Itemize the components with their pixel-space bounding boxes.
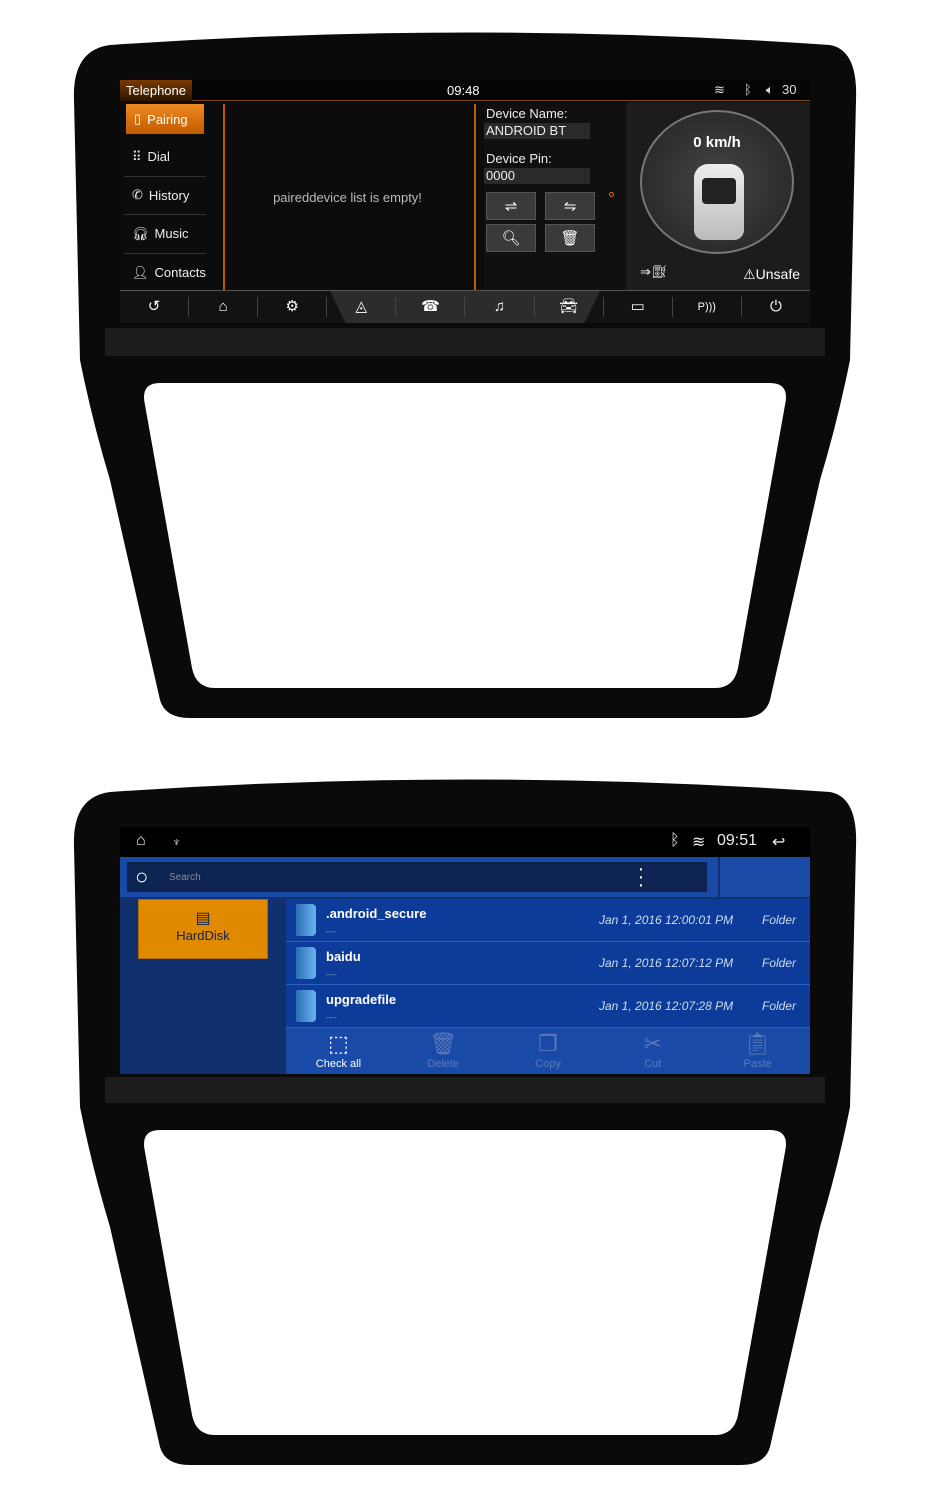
paste-button[interactable]: 📋︎ Paste bbox=[705, 1028, 810, 1074]
delete-device-button[interactable]: 🗑︎ bbox=[545, 224, 595, 252]
divider bbox=[474, 104, 476, 290]
file-row[interactable]: baidu ---- Jan 1, 2016 12:07:12 PM Folder bbox=[286, 942, 810, 985]
clipboard-icon: 📋︎ bbox=[743, 1031, 772, 1056]
phone-icon: ▯ bbox=[134, 111, 142, 126]
car-status-panel: 0 km/h ⇒⛽︎ ⚠︎Unsafe bbox=[626, 102, 810, 290]
folder-icon bbox=[296, 990, 316, 1022]
disconnect-icon: ⇋ bbox=[563, 198, 577, 215]
sidebar-item-contacts[interactable]: 👤︎ Contacts bbox=[124, 254, 206, 293]
device-info-panel: Device Name: ANDROID BT Device Pin: 0000… bbox=[484, 104, 628, 290]
folder-icon bbox=[296, 904, 316, 936]
file-row[interactable]: upgradefile ---- Jan 1, 2016 12:07:28 PM Fo… bbox=[286, 985, 810, 1028]
clock: 09:51 bbox=[717, 832, 758, 849]
connect-icon: ⇌ bbox=[504, 198, 518, 215]
clock: 09:48 bbox=[447, 83, 480, 98]
wifi-icon: ≋ bbox=[692, 834, 706, 851]
file-toolbar: ⬚ Check all 🗑︎ Delete ❐ Copy ✂ Cut 📋︎ Paste bbox=[286, 1028, 810, 1074]
cut-button[interactable]: ✂ Cut bbox=[600, 1028, 705, 1074]
camera-icon[interactable]: ▭ bbox=[604, 297, 673, 317]
wifi-icon: ≋ bbox=[714, 82, 725, 97]
app-title: Telephone bbox=[120, 80, 192, 101]
scissors-icon: ✂ bbox=[643, 1031, 662, 1056]
speed-readout: 0 km/h bbox=[693, 134, 741, 151]
delete-button[interactable]: 🗑︎ Delete bbox=[391, 1028, 496, 1074]
volume-icon: 🔈︎ bbox=[766, 82, 774, 97]
search-icon: 🔍︎ bbox=[501, 230, 521, 247]
back-icon[interactable]: ↺ bbox=[120, 297, 190, 317]
power-icon[interactable]: ⏻ bbox=[742, 297, 810, 317]
harddisk-icon: ▤ bbox=[195, 910, 211, 927]
trash-icon: 🗑︎ bbox=[429, 1031, 458, 1056]
car-icon[interactable]: 🚘︎ bbox=[535, 297, 604, 317]
connect-button[interactable]: ⇌ bbox=[486, 192, 536, 220]
sidebar-item-dial[interactable]: ⠿ Dial bbox=[124, 138, 206, 177]
phone-icon[interactable]: ☎ bbox=[396, 297, 466, 317]
divider bbox=[718, 857, 720, 897]
file-row[interactable]: .android_secure ---- Jan 1, 2016 12:00:01 … bbox=[286, 899, 810, 942]
seatbelt-icon: ⚠︎ bbox=[743, 266, 756, 282]
volume-level: 30 bbox=[782, 82, 797, 97]
usb-debug-icon: ♆ bbox=[172, 835, 181, 849]
phone-sidebar: ▯ Pairing ⠿ Dial ✆ History 🎧︎ Music 👤︎ Contac… bbox=[120, 102, 210, 292]
device-name-label: Device Name: bbox=[486, 106, 568, 121]
status-bar: ⌂ ♆ ᛒ ≋ 09:51 ↩ bbox=[120, 827, 810, 857]
speed-gauge: 0 km/h bbox=[640, 110, 794, 254]
select-all-icon: ⬚ bbox=[328, 1031, 349, 1056]
call-history-icon: ✆ bbox=[132, 187, 143, 203]
search-icon: ○ bbox=[135, 864, 149, 889]
folder-icon bbox=[296, 947, 316, 979]
bottom-nav-bar: ↺ ⌂ ⚙ ◬ ☎ ♫ 🚘︎ ▭ P))) ⏻ bbox=[120, 290, 810, 323]
file-manager-screen: ⌂ ♆ ᛒ ≋ 09:51 ↩ ○ Search · · · ▤ HardDisk … bbox=[120, 827, 810, 1074]
navigation-icon[interactable]: ◬ bbox=[327, 297, 397, 317]
sidebar-item-music[interactable]: 🎧︎ Music bbox=[124, 215, 206, 254]
storage-harddisk[interactable]: ▤ HardDisk bbox=[138, 899, 268, 959]
status-bar: Telephone 09:48 ≋ ᛒ 🔈︎ 30 bbox=[120, 80, 810, 101]
file-list: .android_secure ---- Jan 1, 2016 12:00:01 … bbox=[286, 899, 810, 1028]
copy-icon: ❐ bbox=[538, 1031, 558, 1056]
bluetooth-icon: ᛒ bbox=[744, 82, 752, 97]
sidebar-item-history[interactable]: ✆ History bbox=[124, 177, 206, 215]
more-options-icon[interactable]: · · · bbox=[635, 859, 647, 895]
empty-device-list-message: paireddevice list is empty! bbox=[273, 190, 422, 205]
bluetooth-icon: ᛒ bbox=[670, 832, 680, 849]
seatbelt-status: ⚠︎Unsafe bbox=[743, 266, 800, 282]
bluetooth-phone-screen: Telephone 09:48 ≋ ᛒ 🔈︎ 30 ▯ Pairing ⠿ Dial… bbox=[120, 80, 810, 323]
device-name-field[interactable]: ANDROID BT bbox=[484, 123, 590, 139]
headphones-icon: 🎧︎ bbox=[132, 225, 149, 241]
media-icon[interactable]: ♫ bbox=[465, 297, 535, 317]
copy-button[interactable]: ❐ Copy bbox=[496, 1028, 601, 1074]
person-icon: 👤︎ bbox=[132, 264, 149, 280]
search-device-button[interactable]: 🔍︎ bbox=[486, 224, 536, 252]
sidebar-item-pairing[interactable]: ▯ Pairing bbox=[126, 104, 204, 134]
back-icon[interactable]: ↩ bbox=[772, 832, 785, 852]
car-icon bbox=[694, 164, 744, 240]
search-placeholder: Search bbox=[169, 872, 201, 883]
search-input[interactable]: ○ Search · · · bbox=[127, 859, 707, 895]
device-pin-field[interactable]: 0000 bbox=[484, 168, 590, 184]
home-icon[interactable]: ⌂ bbox=[136, 832, 146, 850]
disconnect-button[interactable]: ⇋ bbox=[545, 192, 595, 220]
fuel-icon: ⇒⛽︎ bbox=[640, 264, 668, 279]
indicator-dot bbox=[609, 192, 614, 197]
keypad-icon: ⠿ bbox=[132, 148, 142, 164]
device-pin-label: Device Pin: bbox=[486, 151, 552, 166]
home-icon[interactable]: ⌂ bbox=[189, 297, 259, 317]
trash-icon: 🗑︎ bbox=[560, 230, 580, 247]
parking-sensor-icon[interactable]: P))) bbox=[673, 297, 742, 317]
check-all-button[interactable]: ⬚ Check all bbox=[286, 1028, 391, 1074]
search-bar: ○ Search · · · bbox=[120, 857, 810, 897]
settings-icon[interactable]: ⚙ bbox=[258, 297, 328, 317]
